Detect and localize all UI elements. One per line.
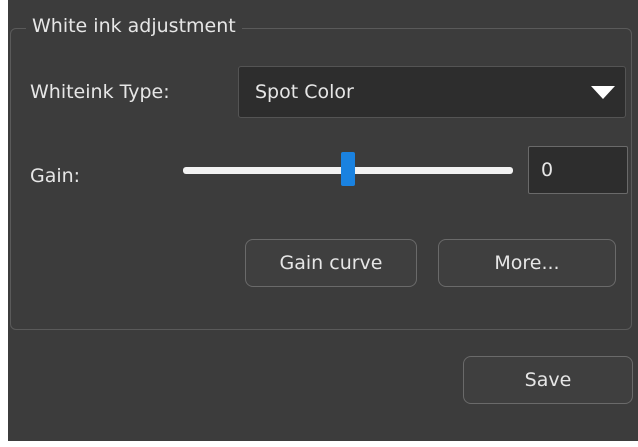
groupbox-title: White ink adjustment — [26, 13, 242, 39]
gain-value-text: 0 — [541, 159, 554, 181]
gain-slider[interactable] — [183, 152, 513, 186]
left-frame-border — [0, 0, 8, 447]
gain-curve-button[interactable]: Gain curve — [245, 239, 417, 287]
bottom-frame-border — [0, 441, 638, 447]
white-ink-panel: White ink adjustment Whiteink Type: Spot… — [0, 0, 638, 447]
gain-label: Gain: — [30, 165, 81, 187]
more-button[interactable]: More... — [438, 239, 616, 287]
whiteink-type-value: Spot Color — [255, 81, 354, 103]
save-button[interactable]: Save — [463, 356, 633, 404]
dropdown-arrow-icon[interactable] — [591, 86, 615, 99]
whiteink-type-dropdown[interactable]: Spot Color — [238, 66, 626, 118]
gain-slider-thumb[interactable] — [341, 152, 355, 186]
gain-value-input[interactable]: 0 — [528, 146, 628, 194]
whiteink-type-label: Whiteink Type: — [30, 81, 170, 103]
